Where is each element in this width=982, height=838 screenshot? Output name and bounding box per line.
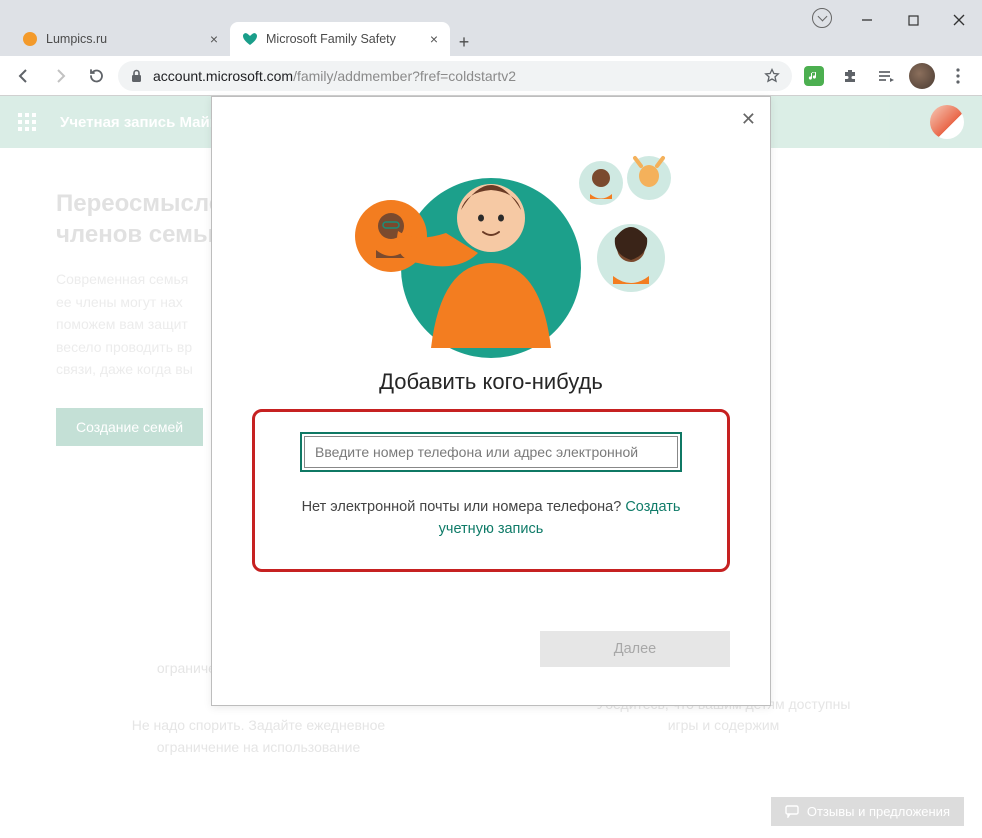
close-dialog-button[interactable]: ✕: [741, 109, 756, 130]
close-window-button[interactable]: [936, 5, 982, 35]
next-button[interactable]: Далее: [540, 631, 730, 667]
close-icon[interactable]: ×: [210, 31, 218, 47]
favicon-family-safety: [242, 31, 258, 47]
address-bar[interactable]: account.microsoft.com/family/addmember?f…: [118, 61, 792, 91]
maximize-button[interactable]: [890, 5, 936, 35]
new-tab-button[interactable]: +: [450, 28, 478, 56]
dialog-title: Добавить кого-нибудь: [240, 369, 742, 395]
tab-family-safety[interactable]: Microsoft Family Safety ×: [230, 22, 450, 56]
extensions-icon[interactable]: [836, 62, 864, 90]
feedback-button[interactable]: Отзывы и предложения: [771, 797, 964, 826]
back-button[interactable]: [10, 62, 38, 90]
browser-tabstrip: Lumpics.ru × Microsoft Family Safety × +: [0, 16, 982, 56]
dialog-illustration: [240, 113, 742, 363]
tab-lumpics[interactable]: Lumpics.ru ×: [10, 22, 230, 56]
tab-title: Lumpics.ru: [46, 32, 107, 46]
minimize-button[interactable]: [844, 5, 890, 35]
add-member-dialog: ✕: [211, 96, 771, 706]
highlight-annotation: Нет электронной почты или номера телефон…: [252, 409, 730, 572]
url-text: account.microsoft.com/family/addmember?f…: [153, 68, 754, 84]
favicon-lumpics: [22, 31, 38, 47]
star-icon[interactable]: [764, 68, 780, 84]
forward-button[interactable]: [46, 62, 74, 90]
contact-input[interactable]: [304, 436, 678, 468]
helper-text: Нет электронной почты или номера телефон…: [277, 496, 705, 541]
close-icon[interactable]: ×: [430, 31, 438, 47]
extension-music-icon[interactable]: [800, 62, 828, 90]
tab-title: Microsoft Family Safety: [266, 32, 396, 46]
save-page-icon[interactable]: [812, 8, 832, 28]
reload-button[interactable]: [82, 62, 110, 90]
menu-button[interactable]: [944, 62, 972, 90]
media-icon[interactable]: [872, 62, 900, 90]
browser-toolbar: account.microsoft.com/family/addmember?f…: [0, 56, 982, 96]
lock-icon: [130, 69, 143, 83]
profile-avatar[interactable]: [908, 62, 936, 90]
